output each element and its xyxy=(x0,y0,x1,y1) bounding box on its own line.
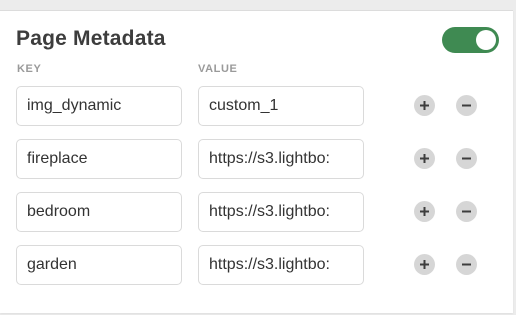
key-column-header: KEY xyxy=(17,63,42,75)
key-input[interactable]: img_dynamic xyxy=(16,86,182,126)
value-column-header: VALUE xyxy=(198,63,238,75)
remove-row-button[interactable] xyxy=(456,254,477,275)
metadata-row: fireplace https://s3.lightbo: xyxy=(0,139,513,181)
plus-circle-icon xyxy=(420,154,429,163)
plus-circle-icon xyxy=(420,260,429,269)
value-input[interactable]: https://s3.lightbo: xyxy=(198,192,364,232)
remove-row-button[interactable] xyxy=(456,201,477,222)
metadata-toggle[interactable] xyxy=(442,27,499,53)
value-input[interactable]: custom_1 xyxy=(198,86,364,126)
key-input[interactable]: garden xyxy=(16,245,182,285)
metadata-row: garden https://s3.lightbo: xyxy=(0,245,513,287)
page-metadata-panel: Page Metadata KEY VALUE img_dynamic cust… xyxy=(0,10,513,313)
remove-row-button[interactable] xyxy=(456,95,477,116)
add-row-button[interactable] xyxy=(414,254,435,275)
minus-circle-icon xyxy=(462,210,471,213)
add-row-button[interactable] xyxy=(414,201,435,222)
toggle-knob xyxy=(476,30,496,50)
panel-title: Page Metadata xyxy=(16,27,166,50)
remove-row-button[interactable] xyxy=(456,148,477,169)
minus-circle-icon xyxy=(462,263,471,266)
minus-circle-icon xyxy=(462,157,471,160)
value-input[interactable]: https://s3.lightbo: xyxy=(198,245,364,285)
metadata-row: bedroom https://s3.lightbo: xyxy=(0,192,513,234)
add-row-button[interactable] xyxy=(414,95,435,116)
add-row-button[interactable] xyxy=(414,148,435,169)
key-input[interactable]: fireplace xyxy=(16,139,182,179)
metadata-row: img_dynamic custom_1 xyxy=(0,86,513,128)
minus-circle-icon xyxy=(462,104,471,107)
key-input[interactable]: bedroom xyxy=(16,192,182,232)
plus-circle-icon xyxy=(420,207,429,216)
value-input[interactable]: https://s3.lightbo: xyxy=(198,139,364,179)
plus-circle-icon xyxy=(420,101,429,110)
